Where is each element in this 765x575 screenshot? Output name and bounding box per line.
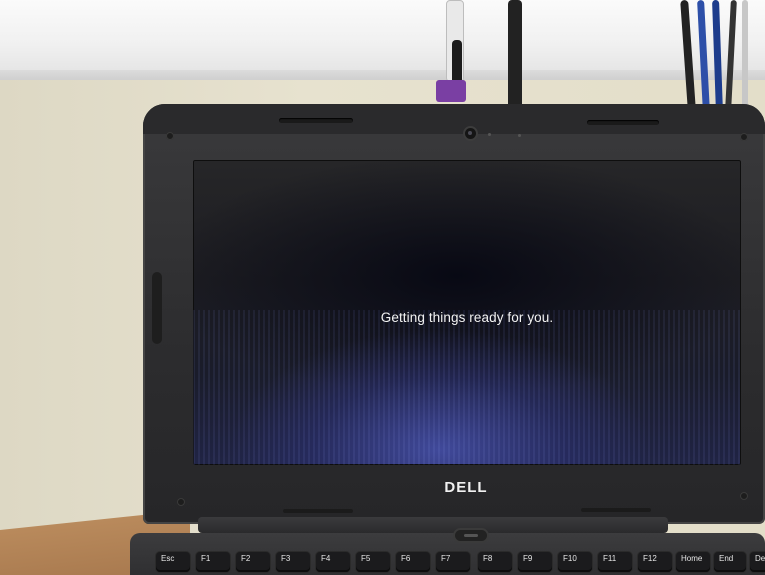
setup-status-message: Getting things ready for you. <box>380 310 554 325</box>
key-f5[interactable]: F5 <box>356 552 390 572</box>
key-f10[interactable]: F10 <box>558 552 592 572</box>
key-f6[interactable]: F6 <box>396 552 430 572</box>
cable-tag <box>436 80 466 102</box>
key-f1[interactable]: F1 <box>196 552 230 572</box>
power-button[interactable] <box>455 530 487 541</box>
key-f3[interactable]: F3 <box>276 552 310 572</box>
bezel-side-slot <box>152 272 162 344</box>
bezel-screw <box>740 133 748 141</box>
ambient-sensor <box>518 134 521 137</box>
key-f4[interactable]: F4 <box>316 552 350 572</box>
laptop-hinge <box>198 517 668 533</box>
function-key-row: Esc F1 F2 F3 F4 F5 F6 F7 F8 F9 F10 F11 F… <box>156 552 765 575</box>
key-f2[interactable]: F2 <box>236 552 270 572</box>
bezel-screw <box>166 132 174 140</box>
key-del[interactable]: Del <box>750 552 765 572</box>
webcam-indicator <box>488 133 491 136</box>
key-end[interactable]: End <box>714 552 746 572</box>
bezel-slot <box>587 120 659 125</box>
bezel-slot <box>581 508 651 512</box>
photo-scene: Getting things ready for you. DELL Esc F… <box>0 0 765 575</box>
key-f7[interactable]: F7 <box>436 552 470 572</box>
laptop-bezel-top <box>143 104 765 134</box>
network-cable <box>508 0 522 108</box>
laptop-screen: Getting things ready for you. <box>193 160 741 465</box>
network-cable <box>742 0 748 110</box>
bezel-slot <box>279 118 353 123</box>
key-f11[interactable]: F11 <box>598 552 632 572</box>
key-esc[interactable]: Esc <box>156 552 190 572</box>
key-home[interactable]: Home <box>676 552 710 572</box>
key-f9[interactable]: F9 <box>518 552 552 572</box>
bezel-screw <box>740 492 748 500</box>
bezel-slot <box>283 509 353 513</box>
window-ledge <box>0 70 765 80</box>
key-f12[interactable]: F12 <box>638 552 672 572</box>
brand-logo: DELL <box>444 479 488 496</box>
screen-glow <box>193 310 741 465</box>
bezel-screw <box>177 498 185 506</box>
window-frame <box>0 0 765 72</box>
webcam <box>465 128 476 139</box>
key-f8[interactable]: F8 <box>478 552 512 572</box>
